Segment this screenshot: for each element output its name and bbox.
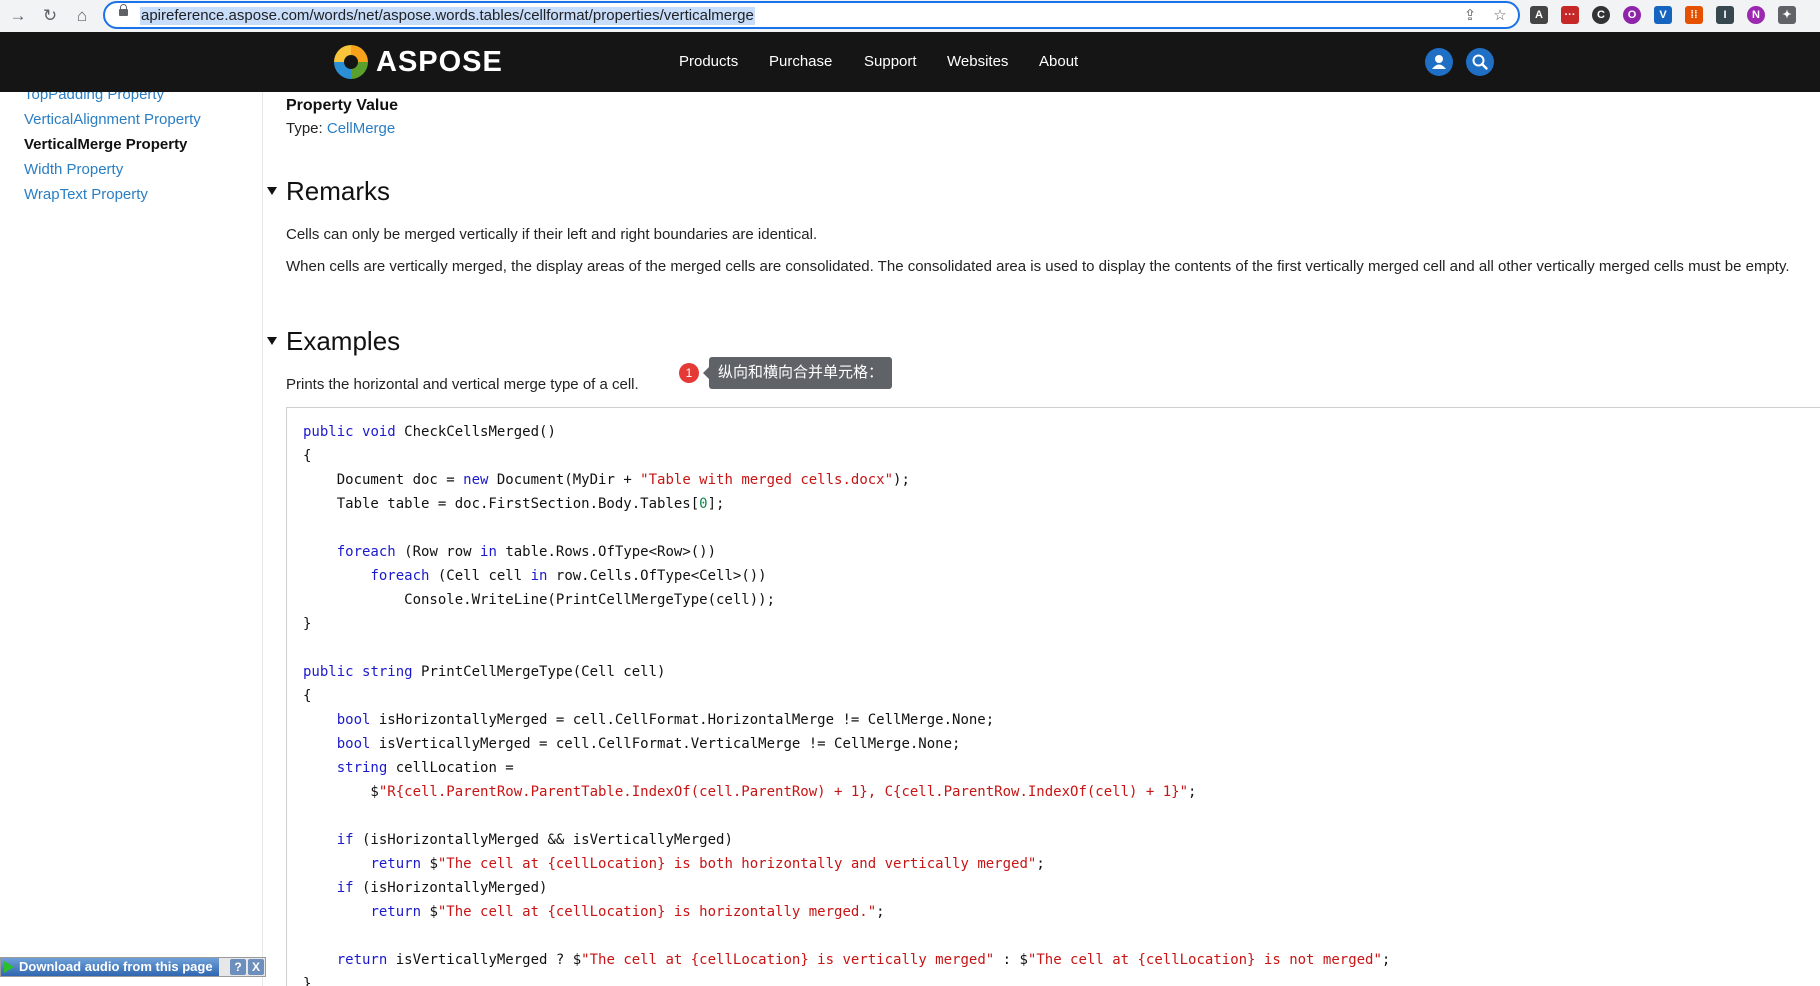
lock-icon[interactable] — [119, 4, 128, 16]
audio-download-bar: Download audio from this page ? X — [0, 957, 266, 977]
extension-icon[interactable]: O — [1623, 6, 1641, 24]
code-line: if (isHorizontallyMerged) — [336, 880, 548, 896]
site-logo[interactable]: ASPOSE — [376, 45, 503, 79]
site-header: ASPOSE Products Purchase Support Website… — [0, 32, 1820, 92]
remarks-heading[interactable]: Remarks — [267, 176, 390, 206]
code-line: bool isHorizontallyMerged = cell.CellFor… — [336, 712, 995, 728]
code-line: } — [303, 976, 312, 986]
property-value-title: Property Value — [286, 97, 399, 114]
code-line: return $"The cell at {cellLocation} is b… — [370, 856, 1045, 872]
code-line: public void CheckCellsMerged() — [303, 424, 556, 440]
code-line: Console.WriteLine(PrintCellMergeType(cel… — [303, 592, 776, 608]
collapse-triangle-icon[interactable] — [267, 187, 277, 196]
annotation-tooltip: 纵向和横向合并单元格： — [702, 357, 893, 389]
code-block: public void CheckCellsMerged() { Document… — [286, 407, 1820, 986]
aspose-logo-icon[interactable] — [334, 45, 368, 79]
code-line: string cellLocation = — [336, 760, 514, 776]
property-type: Type: CellMerge — [286, 120, 395, 138]
download-audio-button[interactable]: Download audio from this page — [1, 958, 219, 976]
reload-icon[interactable]: ↻ — [38, 4, 62, 28]
sidebar: TopPadding Property VerticalAlignment Pr… — [0, 92, 263, 986]
code-line: foreach (Row row in table.Rows.OfType<Ro… — [336, 544, 717, 560]
annotation-badge: 1 — [679, 363, 699, 383]
puzzle-icon[interactable]: ✦ — [1778, 6, 1796, 24]
address-bar[interactable]: apireference.aspose.com/words/net/aspose… — [103, 1, 1520, 29]
code-line: { — [303, 688, 312, 704]
code-line: return $"The cell at {cellLocation} is h… — [370, 904, 885, 920]
extension-icon[interactable]: V — [1654, 6, 1672, 24]
extension-icon[interactable]: I — [1716, 6, 1734, 24]
code-line: public string PrintCellMergeType(Cell ce… — [303, 664, 666, 680]
extension-icon[interactable]: ⁞⁞ — [1685, 6, 1703, 24]
extension-icon[interactable]: N — [1747, 6, 1765, 24]
code-line: if (isHorizontallyMerged && isVertically… — [336, 832, 733, 848]
code-line: Document doc = new Document(MyDir + "Tab… — [303, 472, 910, 488]
home-icon[interactable]: ⌂ — [70, 4, 94, 28]
search-icon — [1472, 54, 1488, 70]
search-button[interactable] — [1466, 48, 1494, 76]
code-text: public void CheckCellsMerged() { Document… — [303, 420, 1390, 986]
user-account-button[interactable] — [1425, 48, 1453, 76]
extension-icon[interactable]: C — [1592, 6, 1610, 24]
type-prefix: Type: — [286, 120, 327, 137]
extension-icon[interactable]: A — [1530, 6, 1548, 24]
collapse-triangle-icon[interactable] — [267, 337, 277, 346]
code-line: { — [303, 448, 312, 464]
nav-products[interactable]: Products — [679, 53, 738, 71]
code-line: Table table = doc.FirstSection.Body.Tabl… — [303, 496, 725, 512]
remarks-paragraph: When cells are vertically merged, the di… — [286, 258, 1790, 275]
nav-about[interactable]: About — [1039, 53, 1078, 71]
sidebar-item-toppadding[interactable]: TopPadding Property — [24, 92, 164, 104]
user-icon — [1432, 55, 1446, 69]
examples-heading[interactable]: Examples — [267, 326, 400, 356]
example-description: Prints the horizontal and vertical merge… — [286, 376, 639, 393]
nav-websites[interactable]: Websites — [947, 53, 1008, 71]
code-line: $"R{cell.ParentRow.ParentTable.IndexOf(c… — [303, 784, 1197, 800]
forward-arrow-icon[interactable]: → — [6, 4, 30, 28]
sidebar-item-width[interactable]: Width Property — [24, 161, 123, 179]
url-text[interactable]: apireference.aspose.com/words/net/aspose… — [140, 7, 755, 25]
close-button[interactable]: X — [248, 959, 264, 975]
code-line: foreach (Cell cell in row.Cells.OfType<C… — [370, 568, 767, 584]
sidebar-item-wraptext[interactable]: WrapText Property — [24, 186, 148, 204]
share-icon[interactable]: ⇪ — [1460, 6, 1480, 26]
browser-toolbar: → ↻ ⌂ apireference.aspose.com/words/net/… — [0, 0, 1820, 33]
extension-icon[interactable]: ··· — [1561, 6, 1579, 24]
sidebar-item-verticalmerge[interactable]: VerticalMerge Property — [24, 136, 187, 154]
code-line: bool isVerticallyMerged = cell.CellForma… — [336, 736, 961, 752]
nav-purchase[interactable]: Purchase — [769, 53, 832, 71]
star-icon[interactable]: ☆ — [1490, 6, 1510, 26]
sidebar-item-verticalalignment[interactable]: VerticalAlignment Property — [24, 111, 201, 129]
remarks-heading-text: Remarks — [286, 176, 391, 206]
cellmerge-link[interactable]: CellMerge — [327, 120, 395, 137]
remarks-paragraph: Cells can only be merged vertically if t… — [286, 226, 818, 243]
examples-heading-text: Examples — [286, 326, 401, 356]
code-line: return isVerticallyMerged ? $"The cell a… — [336, 952, 1391, 968]
code-line: } — [303, 616, 312, 632]
nav-support[interactable]: Support — [864, 53, 917, 71]
help-button[interactable]: ? — [230, 959, 246, 975]
main-content: Property Value Type: CellMerge Remarks C… — [263, 92, 1820, 986]
